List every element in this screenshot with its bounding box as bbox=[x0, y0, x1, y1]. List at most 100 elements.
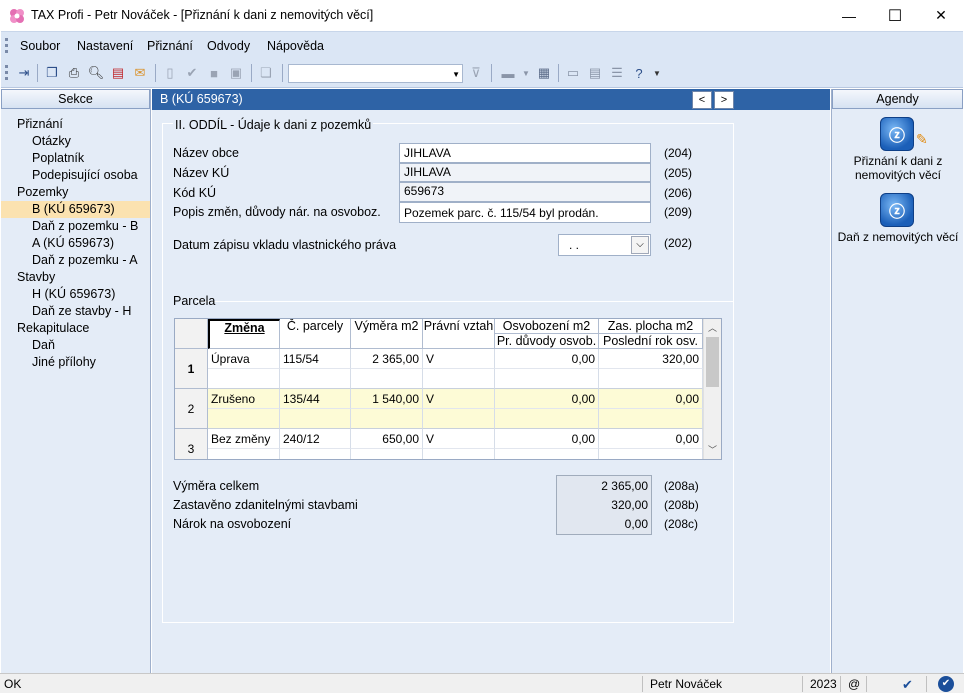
grid-cell-empty[interactable] bbox=[495, 409, 599, 429]
col-header-vymera[interactable]: Výměra m2 bbox=[351, 319, 423, 349]
col-header-posledni-rok[interactable]: Poslední rok osv. bbox=[599, 334, 703, 349]
ok-circle-icon[interactable]: ✔ bbox=[938, 676, 954, 692]
folder-dropdown-icon[interactable]: ▼ bbox=[517, 64, 535, 82]
filter-icon[interactable]: ⊽ bbox=[467, 64, 485, 82]
section-item[interactable]: Poplatník bbox=[1, 150, 150, 167]
grid-cell-parcela[interactable]: 240/12 bbox=[280, 429, 351, 449]
section-item[interactable]: Podepisující osoba bbox=[1, 167, 150, 184]
section-item[interactable]: Daň z pozemku - A bbox=[1, 252, 150, 269]
scroll-thumb[interactable] bbox=[706, 337, 719, 387]
section-item[interactable]: Daň z pozemku - B bbox=[1, 218, 150, 235]
scroll-down-icon[interactable]: ﹀ bbox=[708, 443, 717, 456]
grid-scrollbar[interactable]: ︿ ﹀ bbox=[703, 319, 721, 459]
row-number[interactable]: 1 bbox=[175, 349, 208, 389]
grid-cell-zmena[interactable]: Bez změny bbox=[208, 429, 280, 449]
print-icon[interactable]: ⎙ bbox=[65, 64, 83, 82]
grid-cell-empty[interactable] bbox=[599, 369, 703, 389]
grid-cell-osvob[interactable]: 0,00 bbox=[495, 349, 599, 369]
date-picker[interactable]: . . ⌵ bbox=[558, 234, 651, 256]
popis-input[interactable]: Pozemek parc. č. 115/54 byl prodán. bbox=[399, 202, 651, 223]
grid-cell-vymera[interactable]: 1 540,00 bbox=[351, 389, 423, 409]
form-icon[interactable]: ▭ bbox=[564, 64, 582, 82]
menu-priznani[interactable]: Přiznání bbox=[147, 39, 193, 53]
kod-ku-input[interactable]: 659673 bbox=[399, 182, 651, 202]
close-button[interactable]: ✕ bbox=[918, 0, 964, 31]
new-document-icon[interactable]: ▯ bbox=[161, 64, 179, 82]
grid-cell-empty[interactable] bbox=[495, 369, 599, 389]
section-item[interactable]: A (KÚ 659673) bbox=[1, 235, 150, 252]
section-item[interactable]: Jiné přílohy bbox=[1, 354, 150, 371]
toolbar-combo[interactable]: ▼ bbox=[288, 64, 463, 83]
section-item[interactable]: B (KÚ 659673) bbox=[1, 201, 150, 218]
col-header-parcela[interactable]: Č. parcely bbox=[280, 319, 351, 349]
folder-icon[interactable]: ▬ bbox=[499, 64, 517, 82]
grid-cell-zas[interactable]: 320,00 bbox=[599, 349, 703, 369]
section-group[interactable]: Pozemky bbox=[1, 184, 150, 201]
grid-cell-empty[interactable] bbox=[495, 449, 599, 459]
section-group[interactable]: Stavby bbox=[1, 269, 150, 286]
prev-section-button[interactable]: < bbox=[692, 91, 712, 109]
grid-cell-osvob[interactable]: 0,00 bbox=[495, 389, 599, 409]
section-item[interactable]: Daň bbox=[1, 337, 150, 354]
maximize-button[interactable]: ☐ bbox=[872, 0, 918, 31]
col-header-duvody[interactable]: Pr. důvody osvob. bbox=[495, 334, 599, 349]
grid-cell-parcela[interactable]: 135/44 bbox=[280, 389, 351, 409]
grid-cell-empty[interactable] bbox=[280, 369, 351, 389]
section-group[interactable]: Rekapitulace bbox=[1, 320, 150, 337]
section-group[interactable]: Přiznání bbox=[1, 116, 150, 133]
grid-cell-empty[interactable] bbox=[599, 449, 703, 459]
row-number[interactable]: 2 bbox=[175, 389, 208, 429]
grid-cell-empty[interactable] bbox=[208, 369, 280, 389]
grid-cell-empty[interactable] bbox=[423, 449, 495, 459]
grid-cell-empty[interactable] bbox=[280, 409, 351, 429]
print-preview-icon[interactable]: 🔍︎ bbox=[87, 64, 105, 82]
grid-cell-osvob[interactable]: 0,00 bbox=[495, 429, 599, 449]
scroll-up-icon[interactable]: ︿ bbox=[708, 321, 717, 334]
save-icon[interactable]: ■ bbox=[205, 64, 223, 82]
section-item[interactable]: Otázky bbox=[1, 133, 150, 150]
copy-icon[interactable]: ❐ bbox=[43, 64, 61, 82]
grid-cell-empty[interactable] bbox=[423, 409, 495, 429]
menu-odvody[interactable]: Odvody bbox=[207, 39, 250, 53]
list-icon[interactable]: ☰ bbox=[608, 64, 626, 82]
next-section-button[interactable]: > bbox=[714, 91, 734, 109]
pdf-icon[interactable]: ▤ bbox=[109, 64, 127, 82]
exit-icon[interactable]: ⇥ bbox=[15, 64, 33, 82]
minimize-button[interactable]: — bbox=[826, 0, 872, 31]
paste-icon[interactable]: ❏ bbox=[257, 64, 275, 82]
grid-cell-vymera[interactable]: 2 365,00 bbox=[351, 349, 423, 369]
col-header-zas-plocha[interactable]: Zas. plocha m2 bbox=[599, 319, 703, 334]
grid-cell-empty[interactable] bbox=[208, 449, 280, 459]
col-header-zmena[interactable]: Změna bbox=[208, 319, 280, 349]
obec-input[interactable]: JIHLAVA bbox=[399, 143, 651, 163]
col-header-osvobozeni[interactable]: Osvobození m2 bbox=[495, 319, 599, 334]
section-item[interactable]: H (KÚ 659673) bbox=[1, 286, 150, 303]
col-header-vztah[interactable]: Právní vztah bbox=[423, 319, 495, 349]
export-icon[interactable]: ✉ bbox=[131, 64, 149, 82]
agenda-item-priznani[interactable]: ⓩ ✎ Přiznání k dani z nemovitých věcí bbox=[832, 115, 964, 187]
grid-cell-empty[interactable] bbox=[351, 409, 423, 429]
menu-soubor[interactable]: Soubor bbox=[20, 39, 60, 53]
signature-check-icon[interactable]: ✔ bbox=[902, 677, 913, 693]
table-icon[interactable]: ▤ bbox=[586, 64, 604, 82]
calculator-icon[interactable]: ▦ bbox=[535, 64, 553, 82]
grid-cell-vztah[interactable]: V bbox=[423, 389, 495, 409]
grid-cell-empty[interactable] bbox=[351, 369, 423, 389]
row-number[interactable]: 3 bbox=[175, 429, 208, 459]
grid-cell-vztah[interactable]: V bbox=[423, 429, 495, 449]
chevron-down-icon[interactable]: ⌵ bbox=[631, 236, 649, 254]
grid-cell-empty[interactable] bbox=[280, 449, 351, 459]
grid-cell-zas[interactable]: 0,00 bbox=[599, 389, 703, 409]
grid-cell-empty[interactable] bbox=[351, 449, 423, 459]
grid-cell-empty[interactable] bbox=[423, 369, 495, 389]
save-all-icon[interactable]: ▣ bbox=[227, 64, 245, 82]
parcela-grid[interactable]: Změna Č. parcely Výměra m2 Právní vztah … bbox=[174, 318, 722, 460]
ku-input[interactable]: JIHLAVA bbox=[399, 163, 651, 182]
agenda-item-dan[interactable]: ⓩ Daň z nemovitých věcí bbox=[832, 191, 964, 261]
help-icon[interactable]: ? bbox=[630, 64, 648, 82]
grid-cell-zas[interactable]: 0,00 bbox=[599, 429, 703, 449]
menu-napoveda[interactable]: Nápověda bbox=[267, 39, 324, 53]
grid-cell-empty[interactable] bbox=[599, 409, 703, 429]
grid-cell-vztah[interactable]: V bbox=[423, 349, 495, 369]
grid-cell-vymera[interactable]: 650,00 bbox=[351, 429, 423, 449]
